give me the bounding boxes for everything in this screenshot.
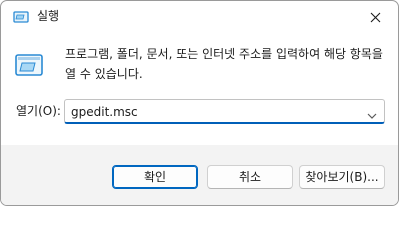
browse-button[interactable]: 찾아보기(B)...: [299, 165, 385, 189]
dialog-description: 프로그램, 폴더, 문서, 또는 인터넷 주소를 입력하여 해당 항목을 열 수…: [65, 47, 383, 81]
open-input[interactable]: [71, 102, 351, 121]
run-dialog: 실행 프로그램, 폴더, 문서, 또는 인터넷 주소를 입력하여 해당 항목을 …: [0, 0, 399, 206]
button-bar: 확인 취소 찾아보기(B)...: [1, 145, 398, 205]
title-bar: 실행: [1, 1, 398, 33]
window-title: 실행: [37, 9, 60, 23]
open-combobox[interactable]: [64, 99, 385, 124]
cancel-button[interactable]: 취소: [207, 165, 293, 189]
run-icon: [15, 53, 43, 77]
close-button[interactable]: [352, 1, 398, 33]
open-label: 열기(O):: [16, 104, 61, 118]
chevron-down-icon[interactable]: [366, 106, 378, 119]
ok-button[interactable]: 확인: [112, 165, 198, 189]
run-icon: [13, 9, 29, 23]
close-icon: [370, 8, 381, 27]
